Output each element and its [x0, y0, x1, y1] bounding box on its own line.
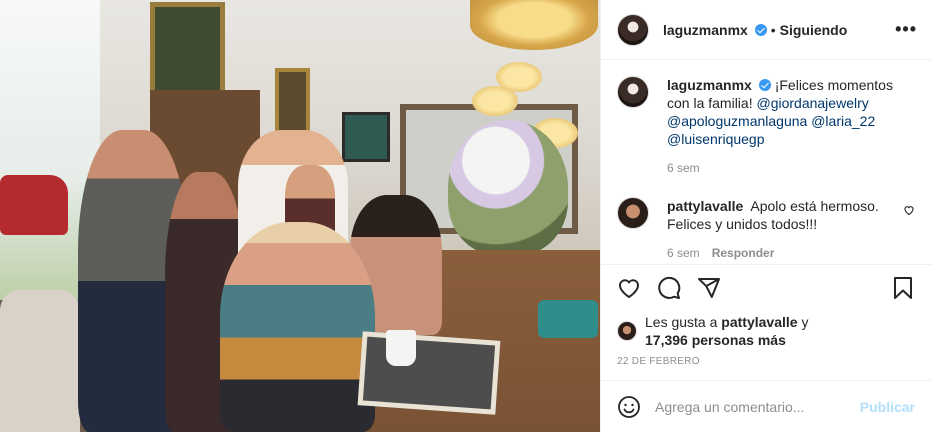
photo-painting — [150, 2, 225, 97]
instagram-post: laguzmanmx • Siguiendo ••• laguzmanmx ¡F… — [0, 0, 931, 432]
photo-flowers — [448, 120, 568, 255]
photo-person — [220, 222, 375, 432]
comment-icon[interactable] — [657, 276, 681, 300]
comment-username[interactable]: pattylavalle — [667, 198, 743, 214]
emoji-icon[interactable] — [617, 395, 641, 419]
photo-car — [0, 175, 68, 235]
add-comment-bar: Agrega un comentario... Publicar — [601, 380, 931, 432]
comments-section[interactable]: laguzmanmx ¡Felices momentos con la fami… — [601, 60, 931, 264]
commenter-avatar[interactable] — [617, 197, 649, 229]
likes-prefix: Les gusta a — [645, 314, 718, 330]
author-username[interactable]: laguzmanmx — [663, 22, 767, 38]
caption-avatar[interactable] — [617, 76, 649, 108]
caption-time[interactable]: 6 sem — [667, 161, 915, 175]
action-bar — [601, 264, 931, 310]
liker-username[interactable]: pattylavalle — [721, 314, 797, 330]
likes-count-button[interactable]: 17,396 personas más — [645, 332, 786, 348]
likes-text: Les gusta a pattylavalle y 17,396 person… — [645, 313, 808, 349]
publish-button[interactable]: Publicar — [860, 399, 915, 415]
comment-meta: 6 sem Responder — [667, 246, 895, 260]
post-date[interactable]: 22 DE FEBRERO — [601, 352, 931, 380]
caption-body: laguzmanmx ¡Felices momentos con la fami… — [667, 76, 915, 148]
photo-cup — [386, 330, 416, 366]
likes-summary: Les gusta a pattylavalle y 17,396 person… — [601, 310, 931, 352]
comment-body: pattylavalle Apolo está hermoso. Felices… — [667, 197, 895, 233]
reply-button[interactable]: Responder — [712, 246, 775, 260]
author-avatar[interactable] — [617, 13, 649, 46]
comment-item: pattylavalle Apolo está hermoso. Felices… — [617, 197, 915, 260]
photo-chair — [0, 290, 80, 432]
liker-avatar[interactable] — [617, 321, 637, 341]
separator-dot: • — [770, 21, 776, 38]
verified-icon — [754, 23, 767, 36]
photo-placemat — [357, 331, 501, 415]
likes-conj: y — [801, 314, 809, 330]
more-options-icon[interactable]: ••• — [895, 19, 917, 40]
photo-box — [538, 300, 598, 338]
verified-icon — [758, 79, 771, 91]
photo-lamp — [472, 86, 518, 116]
caption-tag[interactable]: @apologuzmanlaguna — [667, 113, 807, 129]
comment-time[interactable]: 6 sem — [667, 246, 700, 260]
comment-input[interactable]: Agrega un comentario... — [655, 399, 860, 415]
caption-tag[interactable]: @laria_22 — [811, 113, 875, 129]
follow-status-button[interactable]: Siguiendo — [780, 22, 848, 38]
heart-icon[interactable] — [617, 276, 641, 300]
save-icon[interactable] — [891, 276, 915, 300]
caption-tag[interactable]: @giordanajewelry — [756, 95, 868, 111]
caption-tag[interactable]: @luisenriquegp — [667, 131, 765, 147]
post-header: laguzmanmx • Siguiendo ••• — [601, 0, 931, 60]
post-photo[interactable] — [0, 0, 600, 432]
caption: laguzmanmx ¡Felices momentos con la fami… — [617, 76, 915, 175]
comment-like-icon[interactable] — [895, 203, 915, 219]
post-sidebar: laguzmanmx • Siguiendo ••• laguzmanmx ¡F… — [600, 0, 931, 432]
header-username-text[interactable]: laguzmanmx — [663, 22, 748, 38]
photo-chandelier — [470, 0, 598, 50]
photo-painting — [342, 112, 390, 162]
caption-username[interactable]: laguzmanmx — [667, 77, 752, 93]
share-icon[interactable] — [697, 276, 721, 300]
